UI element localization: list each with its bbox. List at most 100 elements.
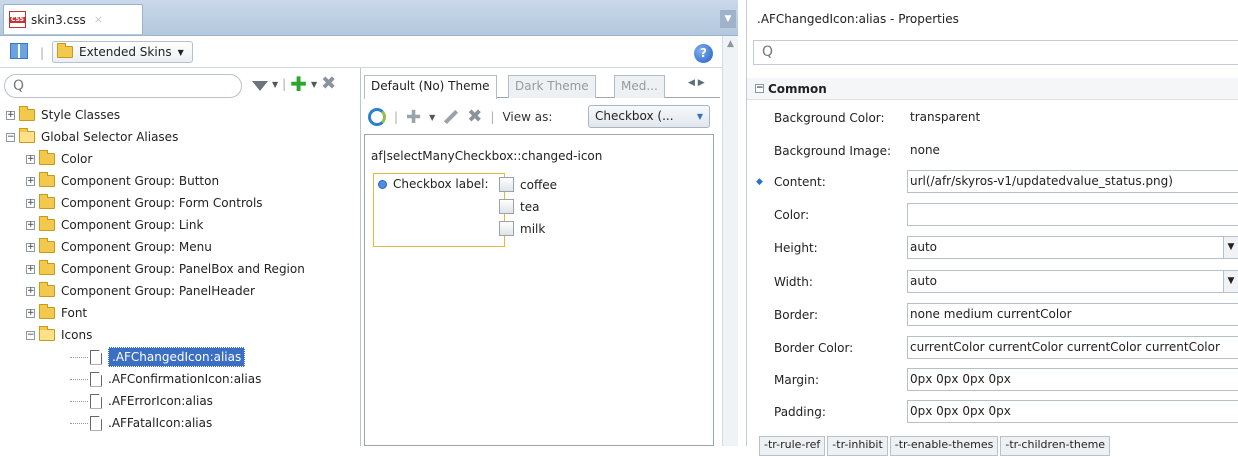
checkbox-box[interactable] (499, 199, 514, 214)
document-icon (90, 371, 102, 387)
tree-item-aferroricon[interactable]: .AFErrorIcon:alias (0, 390, 360, 412)
tab-dark-theme[interactable]: Dark Theme (508, 75, 596, 98)
delete-icon[interactable]: ✖ (321, 75, 336, 93)
scroll-up-icon[interactable]: ▲ (723, 39, 738, 49)
collapse-icon[interactable]: − (755, 84, 764, 93)
tree-item-component-group-menu[interactable]: + Component Group: Menu (0, 236, 360, 258)
document-icon (90, 415, 102, 431)
expand-icon[interactable]: + (26, 286, 35, 296)
properties-title: .AFChangedIcon:alias - Properties (757, 12, 959, 26)
toolbar-separator: | (282, 77, 287, 91)
add-icon[interactable]: ✚ (406, 107, 421, 128)
expand-icon[interactable]: + (26, 220, 35, 230)
chevron-down-icon[interactable]: ▼ (311, 80, 317, 89)
properties-search-input[interactable]: Q (753, 40, 1238, 65)
refresh-icon[interactable] (368, 108, 386, 126)
prop-value-field[interactable]: auto (907, 236, 1238, 259)
tab-default-theme[interactable]: Default (No) Theme (364, 75, 497, 99)
edit-icon[interactable] (444, 109, 459, 125)
tree-item-afchangedicon[interactable]: .AFChangedIcon:alias (0, 346, 360, 368)
expand-icon[interactable]: + (26, 154, 35, 164)
property-category-tabs: -tr-rule-ref -tr-inhibit -tr-enable-them… (759, 436, 1111, 456)
preview-pane: Default (No) Theme Dark Theme Med... ◀ ▶… (362, 68, 722, 446)
prop-value-field[interactable]: none medium currentColor (907, 303, 1238, 326)
prop-padding: Padding: 0px 0px 0px 0px (747, 395, 1238, 429)
tab-scroll-arrows-icon[interactable]: ◀ ▶ (688, 78, 705, 88)
tree-item-color[interactable]: + Color (0, 148, 360, 170)
tree-item-component-group-link[interactable]: + Component Group: Link (0, 214, 360, 236)
chevron-down-icon[interactable]: ▼ (1223, 236, 1238, 259)
tab-medium-theme[interactable]: Med... (614, 75, 665, 98)
checkbox-milk[interactable]: milk (499, 221, 545, 236)
tab-tr-inhibit[interactable]: -tr-inhibit (827, 436, 888, 456)
tree-item-label: Icons (61, 328, 93, 342)
toggle-panes-icon[interactable] (10, 43, 28, 59)
expand-icon[interactable]: + (26, 198, 35, 208)
extended-skins-button[interactable]: Extended Skins ▼ (52, 41, 193, 63)
prop-label: Background Color: (774, 111, 885, 125)
tree-item-style-classes[interactable]: + Style Classes (0, 104, 360, 126)
tab-tr-rule-ref[interactable]: -tr-rule-ref (759, 436, 826, 456)
tree-item-afconfirmationicon[interactable]: .AFConfirmationIcon:alias (0, 368, 360, 390)
chevron-down-icon[interactable]: ▼ (1223, 270, 1238, 293)
checkbox-option-label: coffee (520, 177, 557, 192)
tab-tr-children-theme[interactable]: -tr-children-theme (1000, 436, 1111, 456)
tree-item-component-group-button[interactable]: + Component Group: Button (0, 170, 360, 192)
tab-tr-enable-themes[interactable]: -tr-enable-themes (889, 436, 999, 456)
prop-value-field[interactable] (907, 203, 1238, 226)
checkbox-coffee[interactable]: coffee (499, 177, 557, 192)
tree-item-label: Component Group: Link (61, 218, 204, 232)
folder-icon (19, 106, 35, 121)
prop-value-field[interactable]: none (907, 139, 1238, 162)
tree-item-global-selector-aliases[interactable]: − Global Selector Aliases (0, 126, 360, 148)
tree-item-component-group-panelbox[interactable]: + Component Group: PanelBox and Region (0, 258, 360, 280)
prop-value-field[interactable]: auto (907, 270, 1238, 293)
close-tab-icon[interactable]: × (94, 13, 103, 26)
tree-item-icons[interactable]: − Icons (0, 324, 360, 346)
tree-item-label: .AFErrorIcon:alias (108, 394, 213, 408)
changed-icon (378, 179, 387, 189)
delete-icon[interactable]: ✖ (467, 108, 482, 126)
checkbox-box[interactable] (499, 221, 514, 236)
filter-icon[interactable] (252, 81, 268, 91)
view-as-select[interactable]: Checkbox (... ▼ (588, 105, 710, 128)
tree-item-component-group-form-controls[interactable]: + Component Group: Form Controls (0, 192, 360, 214)
file-tab-skin3[interactable]: CSS skin3.css × (3, 4, 143, 34)
tree-item-font[interactable]: + Font (0, 302, 360, 324)
theme-tabs: Default (No) Theme Dark Theme Med... ◀ ▶ (364, 75, 720, 99)
tree-search-input[interactable]: Q (4, 74, 242, 98)
expand-icon[interactable]: + (26, 242, 35, 252)
expand-icon[interactable]: + (26, 264, 35, 274)
folder-icon (39, 238, 55, 253)
prop-value-field[interactable]: currentColor currentColor currentColor c… (907, 336, 1238, 359)
chevron-down-icon[interactable]: ▼ (272, 80, 278, 89)
collapse-icon[interactable]: − (6, 132, 15, 142)
expand-icon[interactable]: + (6, 110, 15, 120)
tree-item-label: Component Group: Button (61, 174, 220, 188)
chevron-down-icon[interactable]: ▼ (429, 113, 435, 122)
prop-value-field[interactable]: url(/afr/skyros-v1/updatedvalue_status.p… (907, 170, 1238, 193)
tree-item-affatalicon[interactable]: .AFFatalIcon:alias (0, 412, 360, 434)
editor-scrollbar[interactable]: ▲ (722, 36, 738, 446)
expand-icon[interactable]: + (26, 176, 35, 186)
modified-marker-icon: ◆ (756, 177, 763, 187)
expand-icon[interactable]: + (26, 308, 35, 318)
prop-height: Height: auto ▼ (747, 231, 1238, 265)
editor-toolbar: | Extended Skins ▼ ? (0, 36, 738, 68)
prop-color: Color: (747, 198, 1238, 232)
prop-label: Margin: (774, 373, 820, 387)
prop-margin: Margin: 0px 0px 0px 0px (747, 363, 1238, 397)
checkbox-tea[interactable]: tea (499, 199, 539, 214)
prop-value-field[interactable]: 0px 0px 0px 0px (907, 368, 1238, 391)
tab-list-dropdown-icon[interactable]: ▼ (720, 10, 736, 28)
preview-canvas: af|selectManyCheckbox::changed-icon Chec… (364, 134, 714, 446)
collapse-icon[interactable]: − (26, 330, 35, 340)
tree-connector (70, 356, 88, 358)
help-icon[interactable]: ? (694, 44, 713, 63)
add-icon[interactable]: ✚ (290, 74, 307, 94)
checkbox-box[interactable] (499, 177, 514, 192)
prop-value-field[interactable]: transparent (907, 106, 1238, 129)
common-section-header[interactable]: − Common (747, 78, 1238, 100)
tree-item-component-group-panelheader[interactable]: + Component Group: PanelHeader (0, 280, 360, 302)
prop-value-field[interactable]: 0px 0px 0px 0px (907, 400, 1238, 423)
